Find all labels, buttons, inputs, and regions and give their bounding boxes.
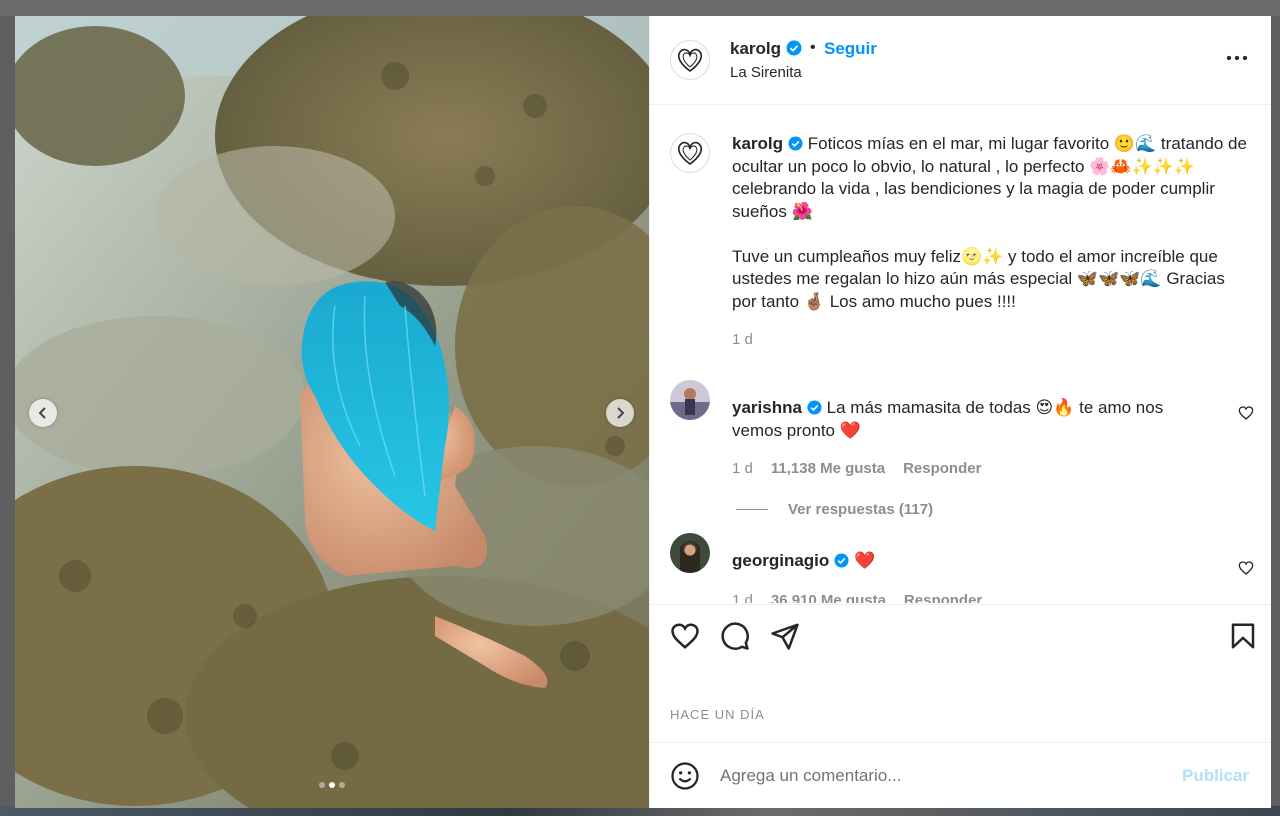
carousel-next-button[interactable] [606, 399, 634, 427]
caption-paragraph-1: Foticos mías en el mar, mi lugar favorit… [732, 134, 1247, 221]
publish-button[interactable]: Publicar [1182, 766, 1249, 786]
replies-divider-line [736, 509, 768, 510]
view-replies-button[interactable]: Ver respuestas (117) [736, 501, 933, 518]
post-date[interactable]: HACE UN DÍA [670, 707, 765, 722]
carousel-dot [329, 782, 335, 788]
reply-button[interactable]: Responder [903, 460, 981, 477]
post-actions-bar [650, 604, 1271, 669]
post-location[interactable]: La Sirenita [730, 64, 802, 81]
post-photo[interactable] [15, 16, 649, 808]
caption-username[interactable]: karolg [732, 134, 783, 153]
caption-text: karolg Foticos mías en el mar, mi lugar … [732, 133, 1252, 313]
heart-icon[interactable] [670, 621, 700, 651]
comment-timestamp[interactable]: 1 d [732, 592, 753, 603]
caption-author-avatar[interactable] [670, 133, 710, 173]
caption-paragraph-2: Tuve un cumpleaños muy feliz🌝✨ y todo el… [732, 246, 1225, 311]
chevron-right-icon [617, 407, 625, 419]
commenter-username[interactable]: georginagio [732, 551, 829, 570]
commenter-avatar[interactable] [670, 533, 710, 573]
share-icon[interactable] [770, 621, 800, 651]
avatar-photo [670, 533, 710, 573]
carousel-prev-button[interactable] [29, 399, 57, 427]
comments-list[interactable]: karolg Foticos mías en el mar, mi lugar … [650, 105, 1271, 603]
comment-body: ❤️ [854, 551, 876, 570]
comment-meta: 1 d 36,910 Me gusta Responder [732, 592, 982, 603]
comment-text: georginagio ❤️ [732, 550, 1202, 573]
post-modal: karolg • Seguir La Sirenita karolg Fotic… [15, 16, 1271, 808]
author-avatar[interactable] [670, 40, 710, 80]
verified-badge-icon [834, 553, 849, 568]
post-header: karolg • Seguir La Sirenita [650, 16, 1271, 105]
carousel-dot [339, 782, 345, 788]
verified-badge-icon [786, 40, 802, 56]
commenter-avatar[interactable] [670, 380, 710, 420]
comment-icon[interactable] [720, 621, 750, 651]
caption-timestamp[interactable]: 1 d [732, 331, 753, 348]
comment-likes[interactable]: 36,910 Me gusta [771, 592, 886, 603]
comment-likes[interactable]: 11,138 Me gusta [771, 460, 885, 477]
carousel-indicator [15, 782, 649, 788]
emoji-icon[interactable] [670, 761, 700, 791]
reply-button[interactable]: Responder [904, 592, 982, 603]
follow-button[interactable]: Seguir [824, 39, 877, 59]
commenter-username[interactable]: yarishna [732, 398, 802, 417]
verified-badge-icon [807, 400, 822, 415]
more-options-icon[interactable] [1224, 48, 1250, 68]
heart-logo-icon [677, 48, 703, 72]
photo-scene [15, 16, 649, 808]
comment-like-heart-icon[interactable] [1238, 560, 1254, 576]
comment-text: yarishna La más mamasita de todas 😍🔥 te … [732, 397, 1202, 442]
carousel-dot [319, 782, 325, 788]
author-username[interactable]: karolg [730, 39, 802, 59]
post-side-panel: karolg • Seguir La Sirenita karolg Fotic… [649, 16, 1271, 808]
heart-logo-icon [677, 141, 703, 165]
comment-input[interactable] [720, 761, 1160, 791]
page-backdrop-top [0, 0, 1280, 16]
comment-like-heart-icon[interactable] [1238, 405, 1254, 421]
chevron-left-icon [38, 407, 46, 419]
avatar-photo [670, 380, 710, 420]
comment-meta: 1 d 11,138 Me gusta Responder [732, 460, 981, 477]
author-username-text: karolg [730, 39, 782, 58]
verified-badge-icon [788, 136, 803, 151]
bookmark-icon[interactable] [1228, 621, 1258, 651]
view-replies-label: Ver respuestas (117) [788, 501, 934, 518]
comment-timestamp[interactable]: 1 d [732, 460, 753, 477]
header-separator: • [810, 39, 816, 56]
add-comment-bar: Publicar [650, 742, 1271, 808]
